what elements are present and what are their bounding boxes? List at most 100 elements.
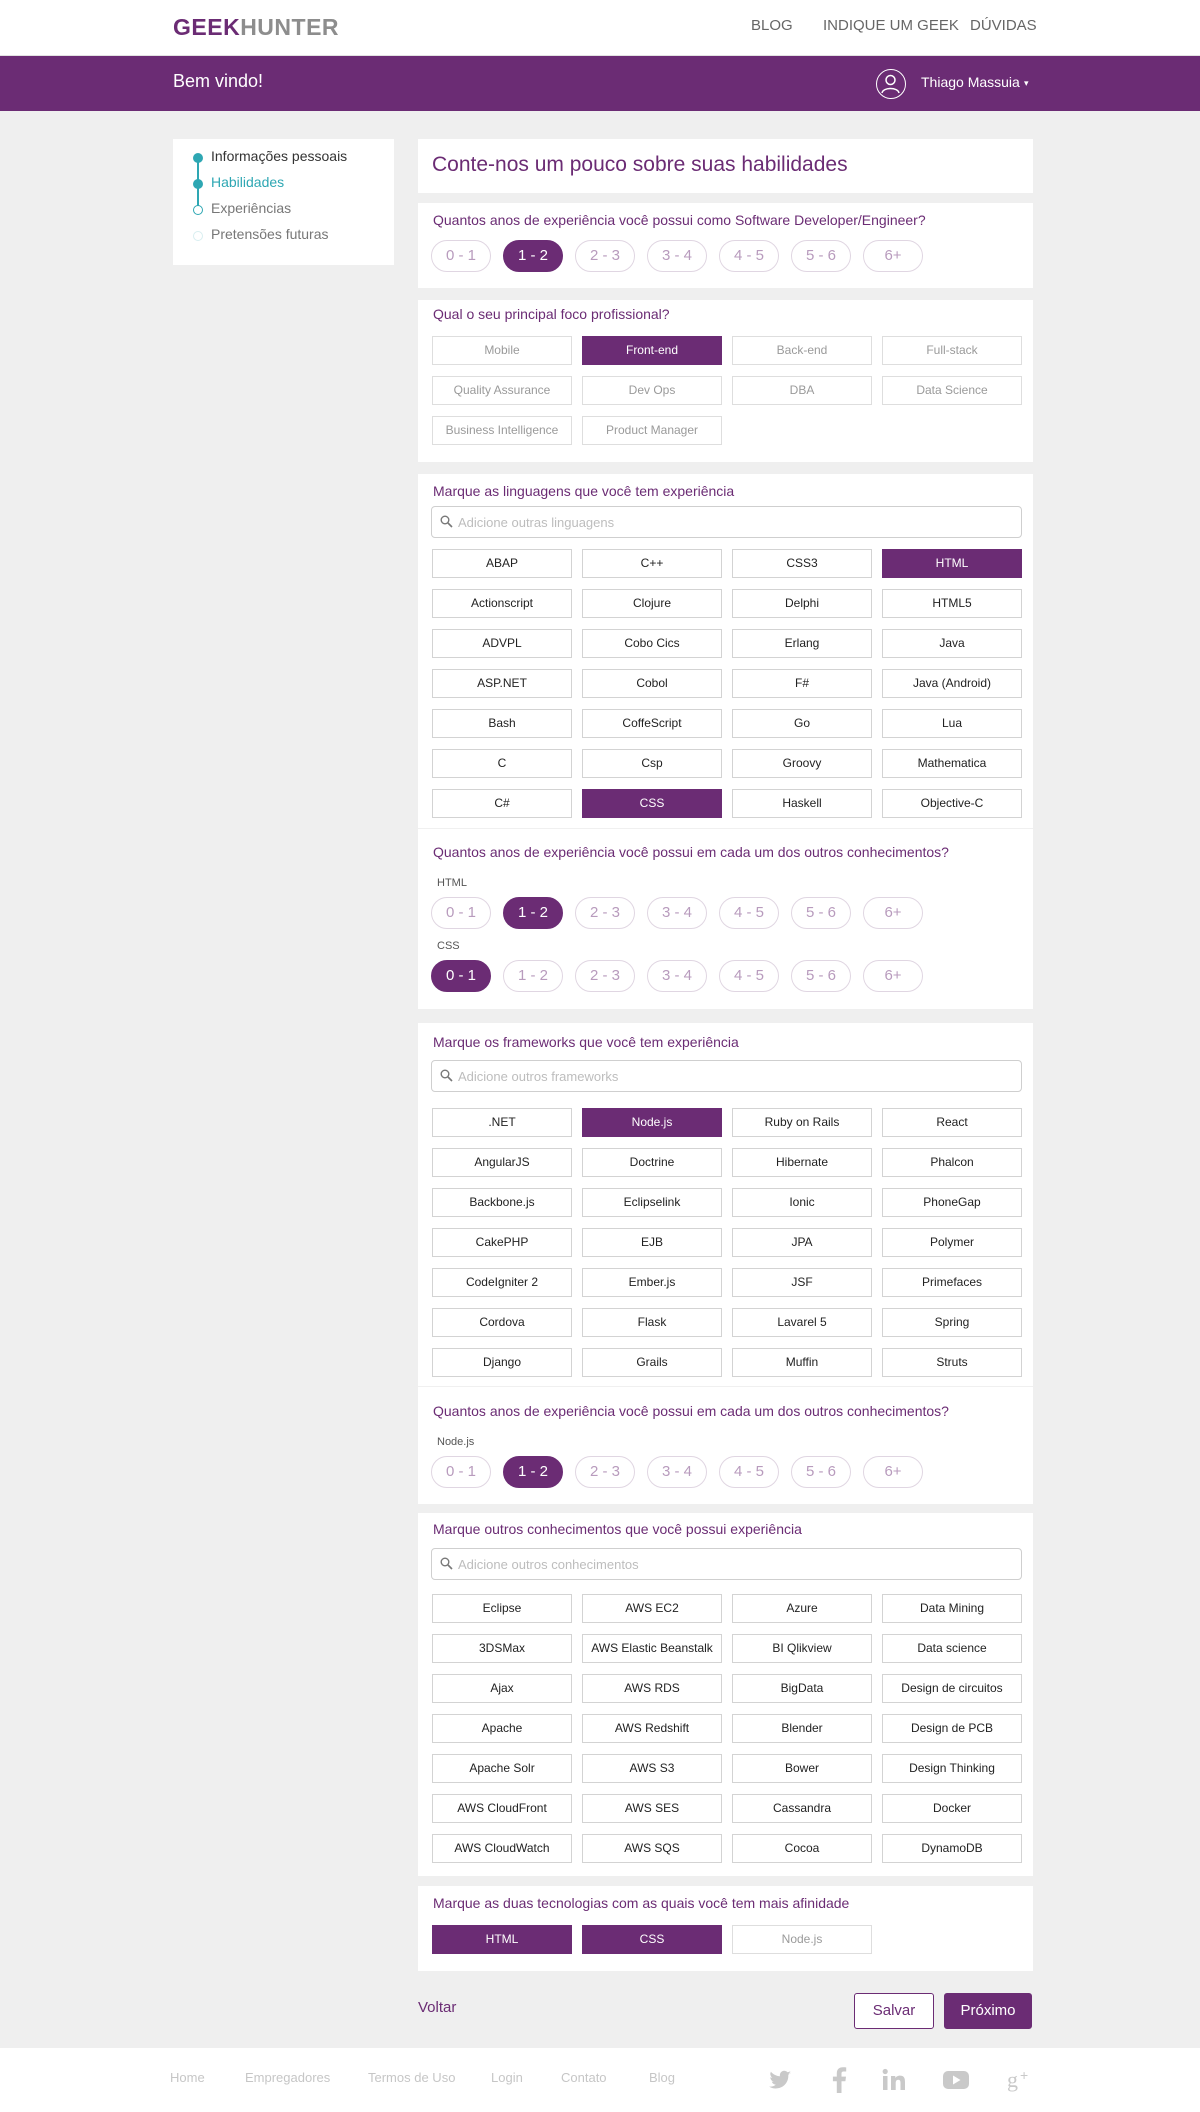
language-css3[interactable]: CSS3 (732, 549, 872, 578)
css-years-option-0-1[interactable]: 0 - 1 (431, 960, 491, 992)
knowledge-aws-ec2[interactable]: AWS EC2 (582, 1594, 722, 1623)
knowledge-design-de-circuitos[interactable]: Design de circuitos (882, 1674, 1022, 1703)
css-years-option-4-5[interactable]: 4 - 5 (719, 960, 779, 992)
language-mathematica[interactable]: Mathematica (882, 749, 1022, 778)
step-informacoes[interactable]: Informações pessoais (211, 148, 347, 164)
framework-backbone-js[interactable]: Backbone.js (432, 1188, 572, 1217)
knowledge-cassandra[interactable]: Cassandra (732, 1794, 872, 1823)
experience-option-4-5[interactable]: 4 - 5 (719, 240, 779, 272)
knowledge-aws-redshift[interactable]: AWS Redshift (582, 1714, 722, 1743)
knowledge-aws-cloudwatch[interactable]: AWS CloudWatch (432, 1834, 572, 1863)
language-f[interactable]: F# (732, 669, 872, 698)
footer-link-empregadores[interactable]: Empregadores (245, 2070, 330, 2085)
framework-codeigniter-2[interactable]: CodeIgniter 2 (432, 1268, 572, 1297)
knowledge-aws-s3[interactable]: AWS S3 (582, 1754, 722, 1783)
linkedin-icon[interactable] (880, 2066, 908, 2094)
language-cobol[interactable]: Cobol (582, 669, 722, 698)
experience-option-0-1[interactable]: 0 - 1 (431, 240, 491, 272)
framework-eclipselink[interactable]: Eclipselink (582, 1188, 722, 1217)
focus-quality-assurance[interactable]: Quality Assurance (432, 376, 572, 405)
language-cobo-cics[interactable]: Cobo Cics (582, 629, 722, 658)
frameworks-search-input[interactable] (458, 1061, 1013, 1091)
framework-lavarel-5[interactable]: Lavarel 5 (732, 1308, 872, 1337)
css-years-option-5-6[interactable]: 5 - 6 (791, 960, 851, 992)
knowledge-apache[interactable]: Apache (432, 1714, 572, 1743)
framework-net[interactable]: .NET (432, 1108, 572, 1137)
language-csp[interactable]: Csp (582, 749, 722, 778)
language-c[interactable]: C++ (582, 549, 722, 578)
facebook-icon[interactable] (826, 2066, 854, 2094)
back-link[interactable]: Voltar (418, 1999, 456, 2016)
framework-phalcon[interactable]: Phalcon (882, 1148, 1022, 1177)
experience-option-1-2[interactable]: 1 - 2 (503, 240, 563, 272)
framework-cordova[interactable]: Cordova (432, 1308, 572, 1337)
node-years-option-5-6[interactable]: 5 - 6 (791, 1456, 851, 1488)
framework-hibernate[interactable]: Hibernate (732, 1148, 872, 1177)
language-objective-c[interactable]: Objective-C (882, 789, 1022, 818)
language-actionscript[interactable]: Actionscript (432, 589, 572, 618)
framework-doctrine[interactable]: Doctrine (582, 1148, 722, 1177)
knowledge-bower[interactable]: Bower (732, 1754, 872, 1783)
logo[interactable]: GEEKHUNTER (173, 14, 339, 41)
knowledge-bigdata[interactable]: BigData (732, 1674, 872, 1703)
framework-primefaces[interactable]: Primefaces (882, 1268, 1022, 1297)
framework-cakephp[interactable]: CakePHP (432, 1228, 572, 1257)
language-go[interactable]: Go (732, 709, 872, 738)
css-years-option-6[interactable]: 6+ (863, 960, 923, 992)
knowledge-cocoa[interactable]: Cocoa (732, 1834, 872, 1863)
experience-option-3-4[interactable]: 3 - 4 (647, 240, 707, 272)
experience-option-2-3[interactable]: 2 - 3 (575, 240, 635, 272)
focus-dba[interactable]: DBA (732, 376, 872, 405)
framework-polymer[interactable]: Polymer (882, 1228, 1022, 1257)
footer-link-contato[interactable]: Contato (561, 2070, 607, 2085)
framework-ejb[interactable]: EJB (582, 1228, 722, 1257)
step-experiencias[interactable]: Experiências (211, 200, 291, 216)
language-html[interactable]: HTML (882, 549, 1022, 578)
focus-full-stack[interactable]: Full-stack (882, 336, 1022, 365)
others-search-input[interactable] (458, 1549, 1013, 1579)
nav-indique-link[interactable]: INDIQUE UM GEEK (823, 17, 959, 34)
framework-spring[interactable]: Spring (882, 1308, 1022, 1337)
knowledge-design-thinking[interactable]: Design Thinking (882, 1754, 1022, 1783)
others-search[interactable] (431, 1548, 1022, 1580)
css-years-option-3-4[interactable]: 3 - 4 (647, 960, 707, 992)
html-years-option-2-3[interactable]: 2 - 3 (575, 897, 635, 929)
node-years-option-6[interactable]: 6+ (863, 1456, 923, 1488)
language-erlang[interactable]: Erlang (732, 629, 872, 658)
language-asp-net[interactable]: ASP.NET (432, 669, 572, 698)
focus-business-intelligence[interactable]: Business Intelligence (432, 416, 572, 445)
language-groovy[interactable]: Groovy (732, 749, 872, 778)
framework-muffin[interactable]: Muffin (732, 1348, 872, 1377)
framework-angularjs[interactable]: AngularJS (432, 1148, 572, 1177)
knowledge-eclipse[interactable]: Eclipse (432, 1594, 572, 1623)
experience-option-5-6[interactable]: 5 - 6 (791, 240, 851, 272)
affinity-css[interactable]: CSS (582, 1925, 722, 1954)
knowledge-apache-solr[interactable]: Apache Solr (432, 1754, 572, 1783)
focus-data-science[interactable]: Data Science (882, 376, 1022, 405)
footer-link-termos[interactable]: Termos de Uso (368, 2070, 455, 2085)
framework-react[interactable]: React (882, 1108, 1022, 1137)
html-years-option-1-2[interactable]: 1 - 2 (503, 897, 563, 929)
framework-ruby-on-rails[interactable]: Ruby on Rails (732, 1108, 872, 1137)
css-years-option-2-3[interactable]: 2 - 3 (575, 960, 635, 992)
nav-duvidas-link[interactable]: DÚVIDAS (970, 17, 1037, 34)
language-lua[interactable]: Lua (882, 709, 1022, 738)
framework-struts[interactable]: Struts (882, 1348, 1022, 1377)
language-css[interactable]: CSS (582, 789, 722, 818)
framework-grails[interactable]: Grails (582, 1348, 722, 1377)
focus-front-end[interactable]: Front-end (582, 336, 722, 365)
save-button[interactable]: Salvar (854, 1993, 934, 2029)
footer-link-home[interactable]: Home (170, 2070, 205, 2085)
node-years-option-3-4[interactable]: 3 - 4 (647, 1456, 707, 1488)
twitter-icon[interactable] (766, 2066, 794, 2094)
knowledge-dynamodb[interactable]: DynamoDB (882, 1834, 1022, 1863)
knowledge-aws-sqs[interactable]: AWS SQS (582, 1834, 722, 1863)
language-c[interactable]: C# (432, 789, 572, 818)
chevron-down-icon[interactable]: ▾ (1024, 78, 1029, 89)
language-java[interactable]: Java (882, 629, 1022, 658)
focus-dev-ops[interactable]: Dev Ops (582, 376, 722, 405)
html-years-option-3-4[interactable]: 3 - 4 (647, 897, 707, 929)
language-abap[interactable]: ABAP (432, 549, 572, 578)
experience-option-6[interactable]: 6+ (863, 240, 923, 272)
focus-mobile[interactable]: Mobile (432, 336, 572, 365)
